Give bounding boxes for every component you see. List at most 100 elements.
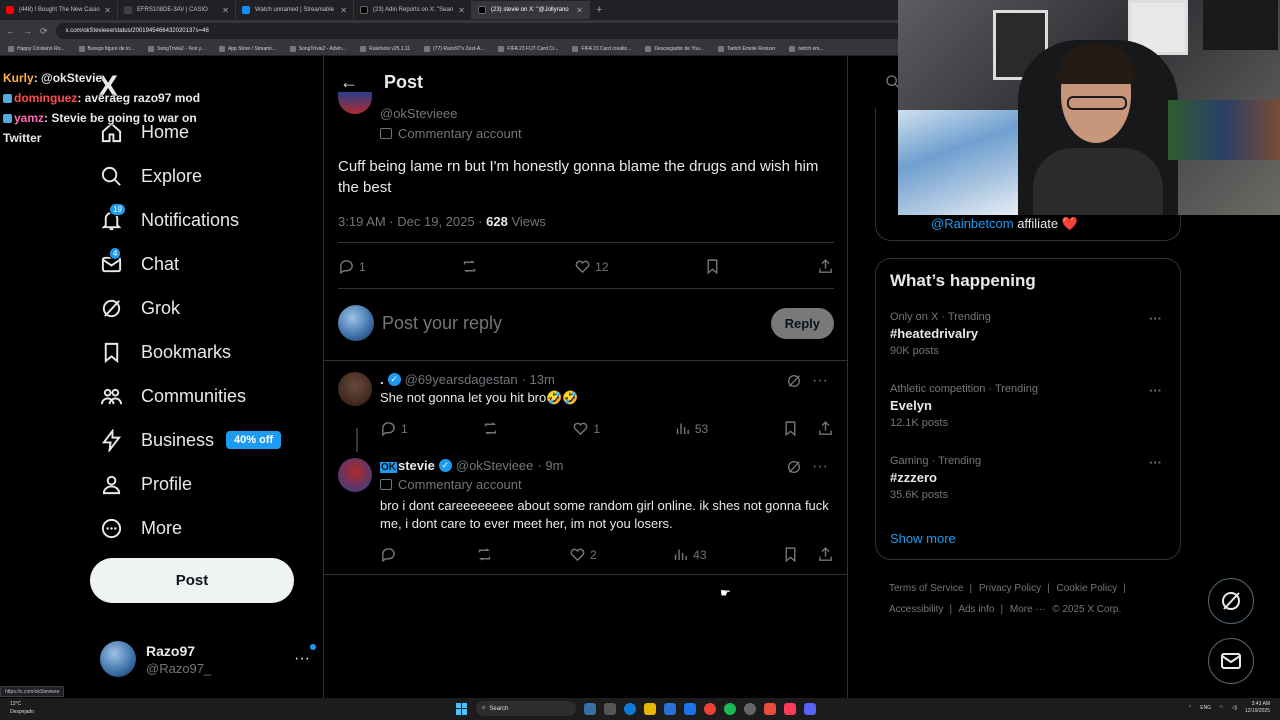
file-explorer-icon[interactable] [604, 702, 616, 715]
sidebar-item-communities[interactable]: Communities [100, 374, 281, 418]
bookmark-item[interactable]: Burego figure de to... [78, 45, 134, 52]
trend-item[interactable]: Only on X · Trending #heatedrivalry 90K … [890, 311, 1170, 357]
more-options-icon[interactable]: ··· [1149, 311, 1162, 326]
reply-avatar[interactable] [338, 458, 372, 492]
chevron-up-icon[interactable]: ⌃ [1188, 705, 1192, 711]
bookmark-action[interactable] [704, 258, 721, 275]
reply-time[interactable]: · 13m [522, 372, 555, 387]
grok-icon[interactable] [786, 373, 802, 389]
url-input[interactable]: x.com/okStevieee/status/2001945466432020… [55, 23, 956, 39]
browser-tab-active[interactable]: (23) stevie on X: "@Jollyrano ✕ [472, 1, 590, 19]
bookmark-item[interactable]: Raletools v25.1.11 [360, 45, 410, 52]
discord-icon[interactable] [804, 702, 816, 715]
language-indicator[interactable]: ENG [1200, 705, 1211, 711]
post-timestamp[interactable]: 3:19 AM · Dec 19, 2025 · [338, 214, 486, 229]
post-button[interactable]: Post [90, 558, 294, 603]
reply-avatar[interactable] [338, 372, 372, 406]
bookmark-item[interactable]: Happy Cristiano Ro... [8, 45, 65, 52]
like-action[interactable]: 1 [572, 420, 600, 437]
close-tab-icon[interactable]: ✕ [458, 6, 465, 15]
affiliate-link[interactable]: @Rainbetcom [931, 216, 1014, 231]
trend-item[interactable]: Athletic competition · Trending Evelyn 1… [890, 383, 1170, 429]
account-more-icon[interactable]: ··· [294, 644, 316, 668]
bookmark-item[interactable]: FIFA 23 FUT Card Cr... [498, 45, 558, 52]
bookmark-item[interactable]: Twitch Emote Resizer [717, 45, 775, 52]
author-avatar[interactable] [338, 92, 372, 114]
footer-link[interactable]: More ··· [1010, 604, 1046, 615]
footer-link[interactable]: Privacy Policy [979, 583, 1041, 594]
like-action[interactable]: 12 [574, 258, 609, 275]
close-tab-icon[interactable]: ✕ [222, 6, 229, 15]
views-action[interactable]: 43 [672, 546, 707, 563]
share-action[interactable] [817, 258, 834, 275]
repost-action[interactable] [461, 258, 478, 275]
bookmark-item[interactable]: twitch em... [789, 45, 824, 52]
more-options-icon[interactable]: ··· [1149, 383, 1162, 398]
reload-icon[interactable]: ⟳ [40, 26, 48, 37]
sidebar-item-business[interactable]: Business 40% off [100, 418, 282, 462]
music-icon[interactable] [784, 702, 796, 715]
share-icon[interactable] [817, 546, 834, 563]
reply-time[interactable]: · 9m [537, 458, 563, 473]
footer-link[interactable]: Terms of Service [889, 583, 963, 594]
reply-author-name[interactable]: . [380, 372, 384, 387]
windows-start-icon[interactable] [456, 702, 468, 715]
like-action[interactable]: 2 [569, 546, 597, 563]
more-options-icon[interactable]: ··· [812, 458, 828, 476]
sidebar-item-bookmarks[interactable]: Bookmarks [100, 330, 281, 374]
taskbar-search[interactable]: ⌕ Search [476, 701, 576, 716]
back-arrow-icon[interactable]: ← [340, 72, 358, 93]
forward-icon[interactable]: → [23, 26, 32, 36]
bookmark-item[interactable]: App Store / Streami... [218, 45, 276, 52]
sidebar-item-explore[interactable]: Explore [100, 154, 281, 198]
app-icon[interactable] [764, 702, 776, 715]
browser-tab[interactable]: EFRS108DE-3AV | CASIO ✕ [118, 1, 236, 19]
browser-tab[interactable]: (23) Adin Reports on X: "Sean ✕ [354, 1, 472, 19]
reply-author-handle[interactable]: @okStevieee [456, 458, 534, 473]
repost-action[interactable] [482, 420, 499, 437]
grok-icon[interactable] [786, 459, 802, 475]
sidebar-item-grok[interactable]: Grok [100, 286, 281, 330]
reply-action[interactable]: 1 [380, 420, 408, 437]
mail-app-icon[interactable] [684, 702, 696, 715]
edge-icon[interactable] [624, 702, 636, 715]
views-action[interactable]: 53 [674, 420, 708, 437]
reply-author-name[interactable]: OK stevie [380, 458, 435, 473]
repost-action[interactable] [476, 546, 493, 563]
footer-link[interactable]: Cookie Policy [1057, 583, 1118, 594]
bookmark-item[interactable]: FIFA 23 Card creatio... [572, 45, 631, 52]
spotify-icon[interactable] [724, 702, 736, 715]
bookmark-item[interactable]: (77) Razo97's Zest-A... [424, 45, 484, 52]
weather-widget[interactable]: 13°C Despejado [10, 700, 34, 716]
grok-fab[interactable] [1208, 578, 1254, 624]
bookmark-item[interactable]: Descargador de You... [645, 45, 704, 52]
reply-button[interactable]: Reply [770, 307, 834, 339]
reply-action[interactable]: 1 [338, 258, 366, 275]
browser-tab[interactable]: (448) I Bought The New Casio ✕ [0, 1, 118, 19]
browser-tab[interactable]: Watch unnamed | Streamable ✕ [236, 1, 354, 19]
messages-fab[interactable] [1208, 638, 1254, 684]
footer-link[interactable]: Accessibility [889, 604, 943, 615]
close-tab-icon[interactable]: ✕ [576, 6, 583, 15]
sidebar-item-profile[interactable]: Profile [100, 462, 281, 506]
close-tab-icon[interactable]: ✕ [340, 6, 347, 15]
bookmark-icon[interactable] [782, 420, 799, 437]
more-options-icon[interactable]: ··· [812, 372, 828, 390]
sidebar-item-more[interactable]: More [100, 506, 281, 550]
wifi-icon[interactable]: ◠ [1219, 705, 1223, 711]
folder-icon[interactable] [644, 702, 656, 715]
sidebar-item-notifications[interactable]: 19 Notifications [100, 198, 281, 242]
back-icon[interactable]: ← [6, 26, 15, 36]
close-tab-icon[interactable]: ✕ [104, 6, 111, 15]
more-options-icon[interactable]: ··· [1149, 455, 1162, 470]
account-switcher[interactable]: Razo97 @Razo97_ ··· [100, 639, 316, 679]
chrome-icon[interactable] [704, 702, 716, 715]
store-icon[interactable] [664, 702, 676, 715]
trend-item[interactable]: Gaming · Trending #zzzero 35.6K posts ··… [890, 455, 1170, 501]
clock[interactable]: 3:43 AM 12/19/2025 [1245, 701, 1270, 715]
footer-link[interactable]: Ads info [958, 604, 994, 615]
volume-icon[interactable]: ◁) [1231, 705, 1237, 711]
bookmark-item[interactable]: SongTrivia2 - Test y... [148, 45, 205, 52]
new-tab-button[interactable]: + [596, 4, 602, 16]
post-author-handle[interactable]: @okStevieee [380, 106, 458, 121]
